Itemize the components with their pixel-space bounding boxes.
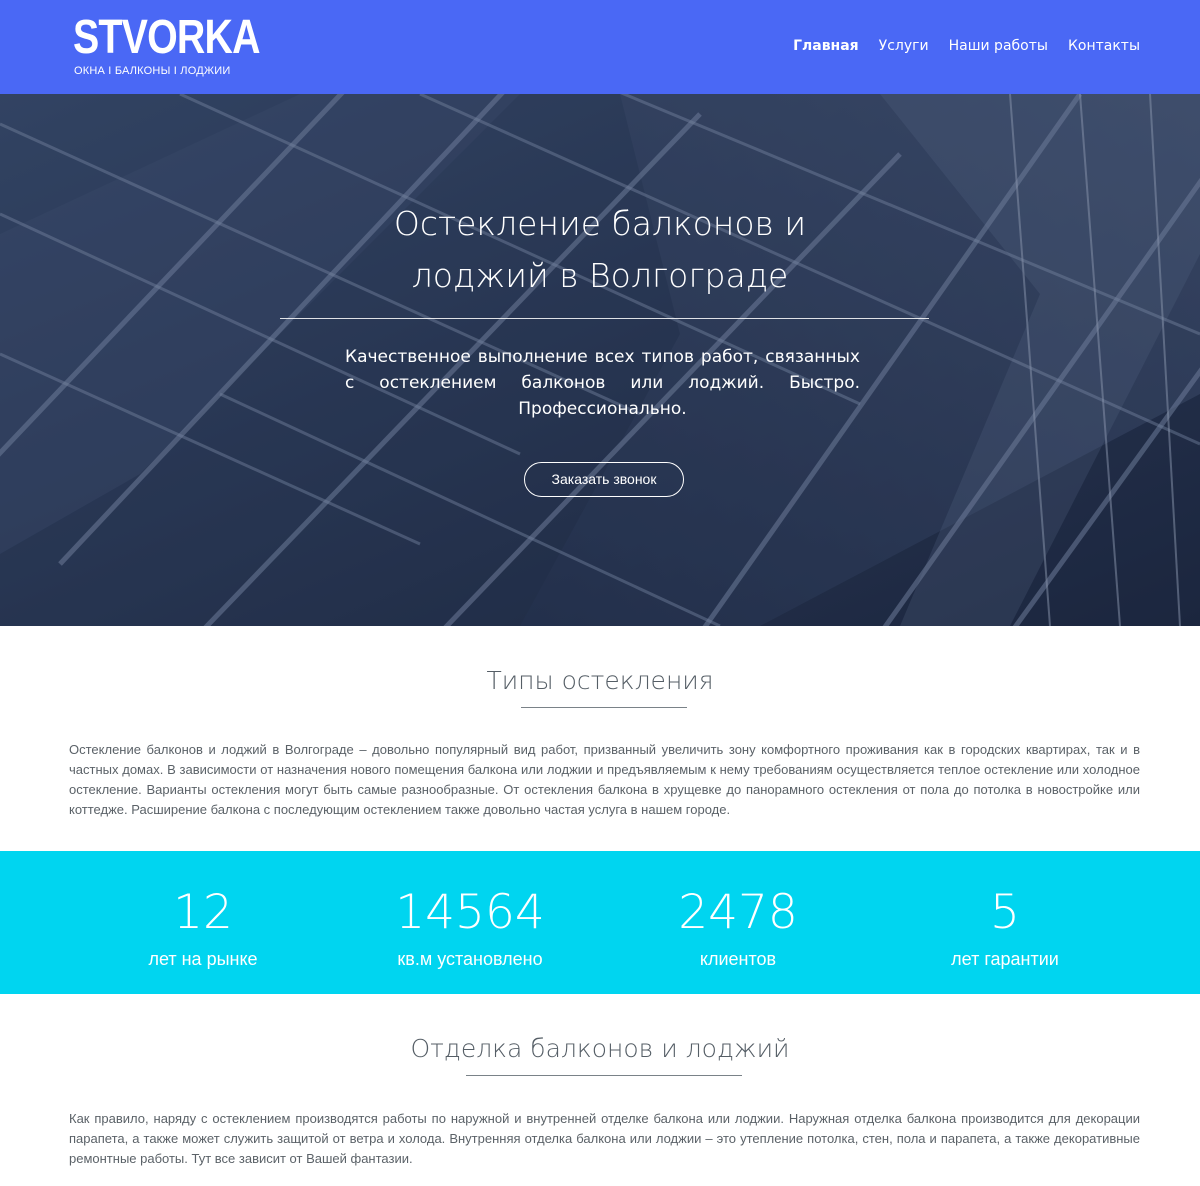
stats-band: 12 лет на рынке 14564 кв.м установлено 2… <box>0 851 1200 994</box>
hero-banner: Остекление балконов и лоджий в Волгоград… <box>0 94 1200 626</box>
stat-warranty: 5 лет гарантии <box>855 851 1155 994</box>
nav-item-home[interactable]: Главная <box>793 36 859 56</box>
glazing-title-underline <box>521 707 687 708</box>
logo[interactable]: STVORKA ОКНА I БАЛКОНЫ I ЛОДЖИИ <box>73 12 261 82</box>
nav-item-works[interactable]: Наши работы <box>949 36 1048 56</box>
nav-item-services[interactable]: Услуги <box>879 36 929 56</box>
stat-clients: 2478 клиентов <box>588 851 888 994</box>
hero-subtitle: Качественное выполнение всех типов работ… <box>345 347 860 419</box>
finishing-section-text: Как правило, наряду с остеклением произв… <box>69 1111 1140 1166</box>
stat-label: лет на рынке <box>148 949 258 969</box>
stat-label: клиентов <box>699 949 777 969</box>
hero-title-line-1: Остекление балконов и <box>393 204 807 243</box>
stat-value: 5 <box>990 885 1020 940</box>
hero-divider <box>280 318 929 319</box>
logo-wordmark: STVORKA <box>73 11 261 64</box>
finishing-section-title: Отделка балконов и лоджий <box>410 1034 790 1063</box>
stat-label: кв.м установлено <box>397 949 543 969</box>
glazing-section-title: Типы остекления <box>486 666 714 695</box>
nav-item-contacts[interactable]: Контакты <box>1068 36 1140 56</box>
stat-value: 14564 <box>395 885 545 940</box>
stat-area: 14564 кв.м установлено <box>320 851 620 994</box>
hero-title-line-2: лоджий в Волгограде <box>411 256 789 295</box>
glazing-section-text: Остекление балконов и лоджий в Волгоград… <box>69 742 1140 817</box>
hero-title: Остекление балконов и лоджий в Волгоград… <box>300 198 900 302</box>
stat-years: 12 лет на рынке <box>53 851 353 994</box>
stat-value: 2478 <box>678 885 798 940</box>
site-header: STVORKA ОКНА I БАЛКОНЫ I ЛОДЖИИ Главная … <box>0 0 1200 94</box>
order-call-button[interactable]: Заказать звонок <box>524 462 684 497</box>
logo-tagline: ОКНА I БАЛКОНЫ I ЛОДЖИИ <box>74 65 231 77</box>
main-nav: Главная Услуги Наши работы Контакты <box>773 36 1140 56</box>
finishing-title-underline <box>466 1075 742 1076</box>
stat-label: лет гарантии <box>951 949 1059 969</box>
stat-value: 12 <box>173 885 233 940</box>
